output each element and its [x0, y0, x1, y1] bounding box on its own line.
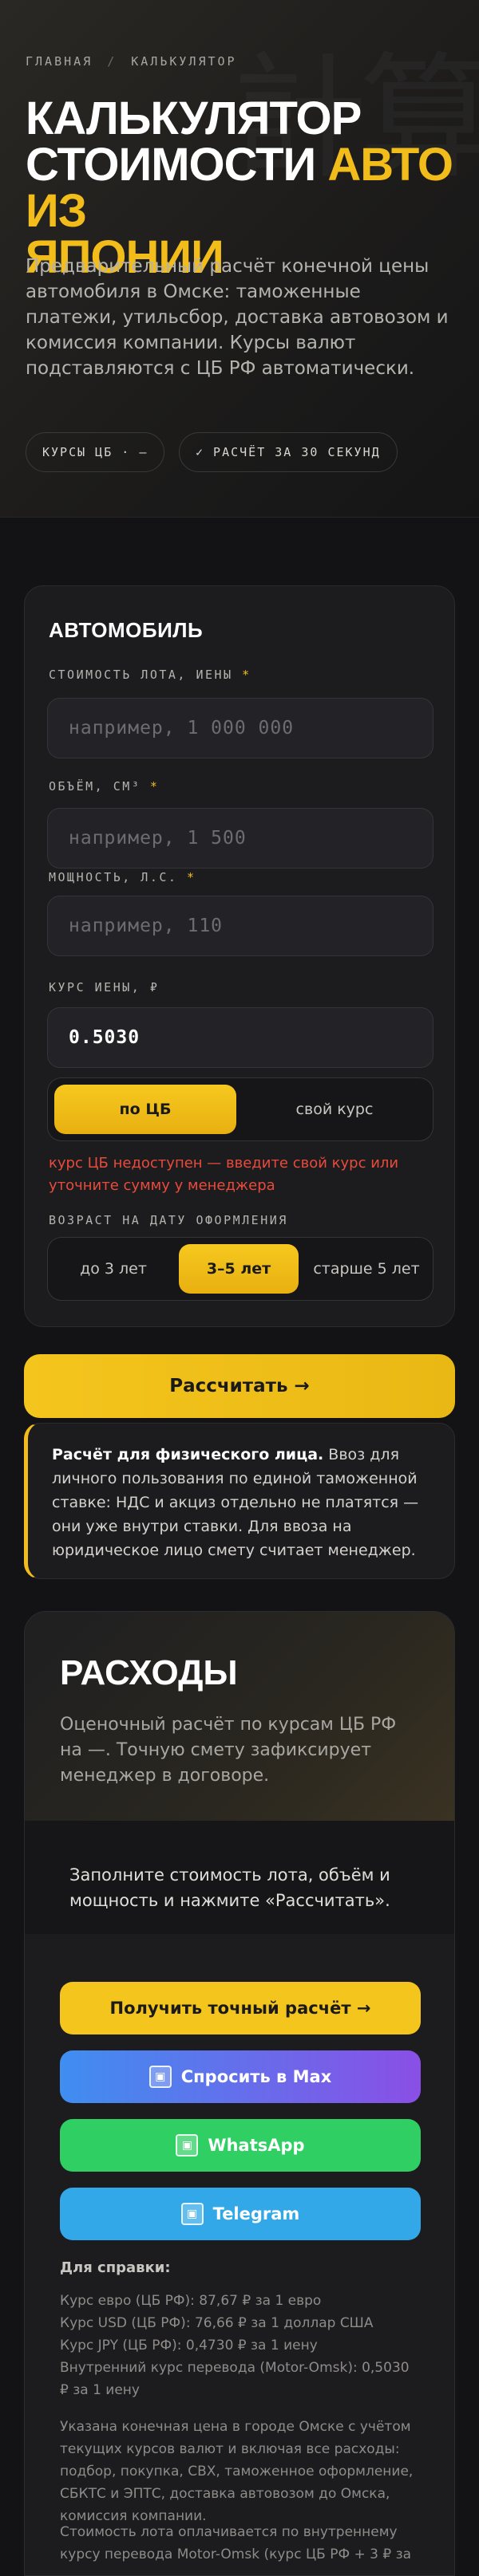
breadcrumb-current: КАЛЬКУЛЯТОР [131, 54, 237, 69]
rate-mode-cb-option[interactable]: по ЦБ [54, 1085, 236, 1134]
get-exact-calc-button[interactable]: Получить точный расчёт → [60, 1982, 421, 2034]
telegram-button[interactable]: ▣ Telegram [60, 2188, 421, 2240]
cb-rate-pill: КУРСЫ ЦБ · — [26, 432, 165, 472]
max-icon: ▣ [148, 2066, 172, 2088]
engine-volume-label-text: ОБЪЁМ, СМ³ [49, 779, 141, 794]
yen-rate-input[interactable]: 0.5030 [47, 1007, 433, 1068]
whatsapp-button[interactable]: ▣ WhatsApp [60, 2119, 421, 2172]
note-bold: Расчёт для физического лица. [52, 1446, 324, 1463]
expenses-header: РАСХОДЫ Оценочный расчёт по курсам ЦБ РФ… [25, 1612, 454, 1821]
whatsapp-icon: ▣ [176, 2134, 199, 2157]
required-mark: * [149, 779, 160, 794]
calc-time-pill: ✓ РАСЧЁТ ЗА 30 СЕКУНД [179, 432, 398, 472]
power-label: МОЩНОСТЬ, Л.С. * [49, 870, 196, 884]
lot-price-input[interactable]: например, 1 000 000 [47, 698, 433, 758]
reference-line-usd: Курс USD (ЦБ РФ): 76,66 ₽ за 1 доллар СШ… [60, 2315, 374, 2331]
lot-price-label: СТОИМОСТЬ ЛОТА, ИЕНЫ * [49, 668, 251, 682]
reference-paragraph-final-price: Указана конечная цена в городе Омске с у… [60, 2419, 414, 2524]
calculate-button[interactable]: Рассчитать → [24, 1354, 455, 1418]
expenses-subtitle: Оценочный расчёт по курсам ЦБ РФ на —. Т… [60, 1715, 397, 1786]
age-option-over-5[interactable]: старше 5 лет [305, 1244, 428, 1294]
rate-mode-toggle: по ЦБ свой курс [47, 1077, 433, 1141]
power-input[interactable]: например, 110 [47, 896, 433, 956]
engine-volume-input[interactable]: например, 1 500 [47, 808, 433, 869]
required-mark: * [242, 668, 251, 682]
whatsapp-label: WhatsApp [208, 2136, 305, 2155]
yen-rate-label: КУРС ИЕНЫ, ₽ [49, 980, 160, 995]
age-option-3-5[interactable]: 3–5 лет [179, 1244, 299, 1294]
breadcrumb-home-link[interactable]: ГЛАВНАЯ [26, 54, 93, 69]
age-label: ВОЗРАСТ НА ДАТУ ОФОРМЛЕНИЯ [49, 1213, 288, 1227]
reference-rates: Курс евро (ЦБ РФ): 87,67 ₽ за 1 евро Кур… [60, 2290, 421, 2401]
age-option-under-3[interactable]: до 3 лет [54, 1244, 172, 1294]
ask-max-label: Спросить в Max [180, 2067, 332, 2086]
form-title: АВТОМОБИЛЬ [49, 618, 204, 642]
age-selector: до 3 лет 3–5 лет старше 5 лет [47, 1237, 433, 1301]
reference-line-jpy: Курс JPY (ЦБ РФ): 0,4730 ₽ за 1 иену [60, 2338, 318, 2353]
breadcrumb-separator: / [107, 54, 117, 69]
title-line-2: СТОИМОСТИ [26, 139, 328, 191]
breadcrumb: ГЛАВНАЯ / КАЛЬКУЛЯТОР [26, 54, 237, 69]
ask-max-button[interactable]: ▣ Спросить в Max [60, 2050, 421, 2103]
hero-section: 計算 ГЛАВНАЯ / КАЛЬКУЛЯТОР КАЛЬКУЛЯТОР СТО… [0, 0, 479, 517]
telegram-label: Telegram [212, 2204, 300, 2223]
required-mark: * [186, 870, 196, 884]
engine-volume-label: ОБЪЁМ, СМ³ * [49, 779, 159, 794]
expenses-empty-state: Заполните стоимость лота, объём и мощнос… [25, 1821, 454, 1934]
expenses-card: РАСХОДЫ Оценочный расчёт по курсам ЦБ РФ… [24, 1611, 455, 2576]
telegram-icon: ▣ [180, 2203, 204, 2225]
lot-price-label-text: СТОИМОСТЬ ЛОТА, ИЕНЫ [49, 668, 233, 682]
expenses-title: РАСХОДЫ [60, 1653, 238, 1692]
reference-title: Для справки: [60, 2259, 171, 2276]
reference-paragraph-lot-payment: Стоимость лота оплачивается по внутренне… [60, 2524, 412, 2562]
power-label-text: МОЩНОСТЬ, Л.С. [49, 870, 178, 884]
rate-mode-custom-option[interactable]: свой курс [243, 1085, 426, 1134]
individual-note: Расчёт для физического лица. Ввоз для ли… [24, 1423, 455, 1579]
reference-line-internal: Внутренний курс перевода (Motor-Omsk): 0… [60, 2360, 410, 2398]
rate-warning: курс ЦБ недоступен — введите свой курс и… [49, 1155, 399, 1194]
hero-description: Предварительный расчёт конечной цены авт… [26, 256, 449, 379]
title-line-1: КАЛЬКУЛЯТОР [26, 93, 362, 144]
section-divider [0, 517, 479, 518]
reference-line-eur: Курс евро (ЦБ РФ): 87,67 ₽ за 1 евро [60, 2293, 322, 2309]
car-form-card: АВТОМОБИЛЬ СТОИМОСТЬ ЛОТА, ИЕНЫ * наприм… [24, 585, 455, 1327]
